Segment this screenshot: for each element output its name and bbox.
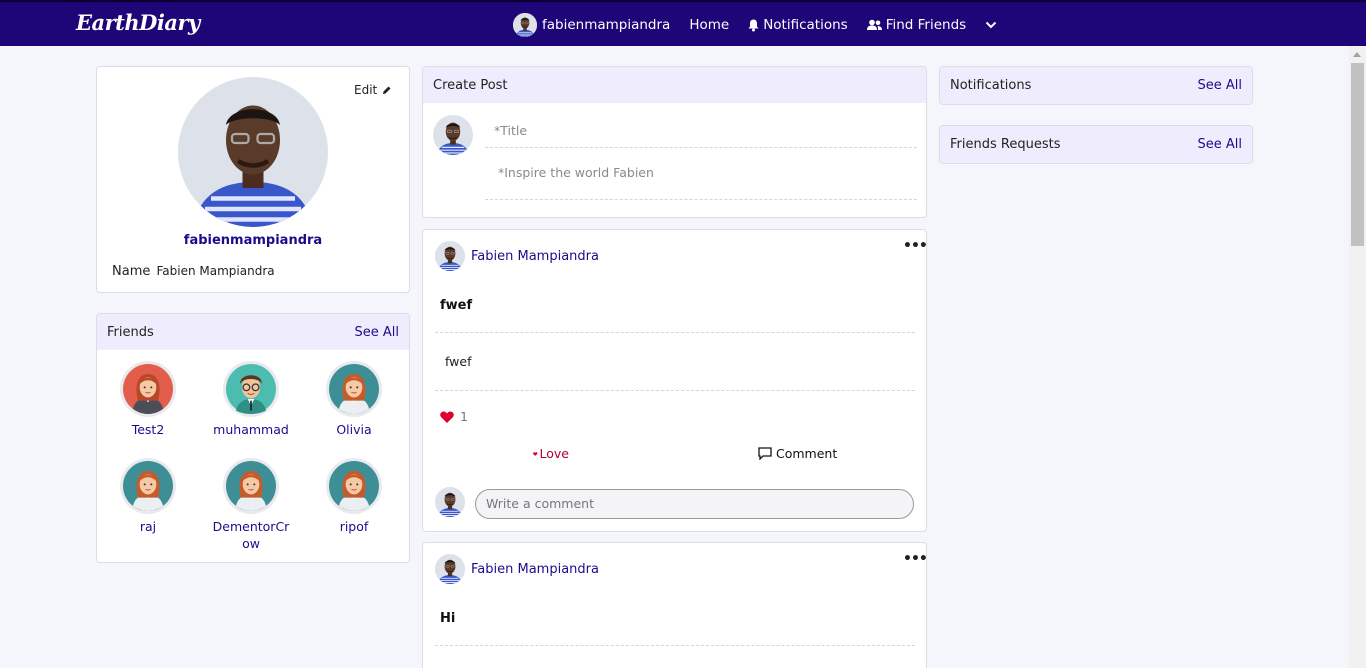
friend-requests-panel: Friends Requests See All xyxy=(939,125,1253,164)
comment-button[interactable]: Comment xyxy=(758,446,837,461)
nav-notifications-label: Notifications xyxy=(763,17,848,33)
friend-item[interactable]: DementorCrow xyxy=(201,458,301,552)
create-post-avatar xyxy=(433,115,473,155)
top-navbar: EarthDiary fabienmampiandra Home Notific… xyxy=(0,0,1366,46)
nav-avatar[interactable] xyxy=(513,13,537,37)
notifications-see-all-link[interactable]: See All xyxy=(1198,78,1243,93)
friend-avatar[interactable] xyxy=(120,361,176,417)
friend-item[interactable]: Olivia xyxy=(304,361,404,438)
comment-avatar xyxy=(435,487,465,517)
love-button[interactable]: Love xyxy=(533,446,569,461)
like-count[interactable]: 1 xyxy=(440,409,468,424)
page-scrollbar[interactable] xyxy=(1349,46,1366,668)
users-icon xyxy=(866,19,882,31)
profile-username[interactable]: fabienmampiandra xyxy=(97,233,409,248)
friend-requests-title: Friends Requests xyxy=(950,137,1061,152)
notifications-panel: Notifications See All xyxy=(939,66,1253,105)
friends-title: Friends xyxy=(107,324,154,340)
post-author[interactable]: Fabien Mampiandra xyxy=(435,554,599,584)
love-label: Love xyxy=(539,446,569,461)
scroll-up-arrow[interactable] xyxy=(1353,52,1361,57)
post-title-input[interactable]: *Title xyxy=(485,115,917,148)
friend-name[interactable]: Olivia xyxy=(304,421,404,438)
comment-input[interactable]: Write a comment xyxy=(475,489,914,519)
friend-item[interactable]: Test2 xyxy=(98,361,198,438)
post-body-input[interactable]: *Inspire the world Fabien xyxy=(485,155,917,200)
profile-name-row: Name Fabien Mampiandra xyxy=(112,264,275,279)
author-name[interactable]: Fabien Mampiandra xyxy=(471,562,599,577)
like-count-value: 1 xyxy=(460,409,468,424)
post-card: ••• Fabien Mampiandra fwef fwef 1 Love C… xyxy=(422,229,927,532)
notifications-title: Notifications xyxy=(950,78,1032,93)
post-title: fwef xyxy=(435,290,915,333)
bell-icon xyxy=(748,19,759,32)
post-author[interactable]: Fabien Mampiandra xyxy=(435,241,599,271)
profile-name-value: Fabien Mampiandra xyxy=(156,264,275,278)
edit-profile-button[interactable]: Edit xyxy=(354,83,392,97)
profile-name-label: Name xyxy=(112,264,151,279)
friend-requests-header: Friends Requests See All xyxy=(940,126,1252,163)
friend-avatar[interactable] xyxy=(120,458,176,514)
more-options-icon[interactable]: ••• xyxy=(903,238,926,254)
nav-find-friends-label: Find Friends xyxy=(885,17,967,33)
friend-avatar[interactable] xyxy=(223,458,279,514)
post-card: ••• Fabien Mampiandra Hi xyxy=(422,542,927,668)
more-options-icon[interactable]: ••• xyxy=(903,551,926,567)
friends-header: Friends See All xyxy=(97,314,409,350)
comment-label: Comment xyxy=(776,446,838,461)
friend-avatar[interactable] xyxy=(223,361,279,417)
friend-item[interactable]: raj xyxy=(98,458,198,535)
author-name[interactable]: Fabien Mampiandra xyxy=(471,249,599,264)
friend-avatar[interactable] xyxy=(326,458,382,514)
author-avatar[interactable] xyxy=(435,554,465,584)
nav-links: fabienmampiandra Home Notifications Find… xyxy=(513,13,997,37)
nav-notifications-link[interactable]: Notifications xyxy=(748,17,848,33)
friend-name[interactable]: Test2 xyxy=(98,421,198,438)
heart-icon xyxy=(533,451,538,456)
create-post-header: Create Post xyxy=(423,67,926,103)
comment-icon xyxy=(758,447,772,460)
pencil-icon xyxy=(383,86,391,94)
chevron-down-icon[interactable] xyxy=(985,21,997,29)
nav-home-link[interactable]: Home xyxy=(689,17,729,33)
friend-name[interactable]: ripof xyxy=(304,518,404,535)
app-logo[interactable]: EarthDiary xyxy=(76,10,200,35)
friend-name[interactable]: muhammad xyxy=(201,421,301,438)
post-title: Hi xyxy=(435,603,915,646)
friend-avatar[interactable] xyxy=(326,361,382,417)
notifications-header: Notifications See All xyxy=(940,67,1252,104)
author-avatar[interactable] xyxy=(435,241,465,271)
scrollbar-thumb[interactable] xyxy=(1351,63,1364,246)
friend-item[interactable]: muhammad xyxy=(201,361,301,438)
create-post-title: Create Post xyxy=(433,77,508,93)
friends-see-all-link[interactable]: See All xyxy=(355,325,400,340)
create-post-card: Create Post *Title *Inspire the world Fa… xyxy=(422,66,927,218)
profile-photo[interactable] xyxy=(178,77,328,227)
friend-requests-see-all-link[interactable]: See All xyxy=(1198,137,1243,152)
nav-username-link[interactable]: fabienmampiandra xyxy=(542,17,670,33)
edit-label: Edit xyxy=(354,83,378,97)
heart-icon xyxy=(440,411,454,423)
friend-name[interactable]: DementorCrow xyxy=(210,518,292,552)
profile-card: Edit fabienmampiandra Name Fabien Mampia… xyxy=(96,66,410,293)
friend-item[interactable]: ripof xyxy=(304,458,404,535)
friends-card: Friends See All Test2 muhammad Olivia ra… xyxy=(96,313,410,563)
friend-name[interactable]: raj xyxy=(98,518,198,535)
nav-find-friends-link[interactable]: Find Friends xyxy=(866,17,967,33)
post-body: fwef xyxy=(435,347,915,391)
